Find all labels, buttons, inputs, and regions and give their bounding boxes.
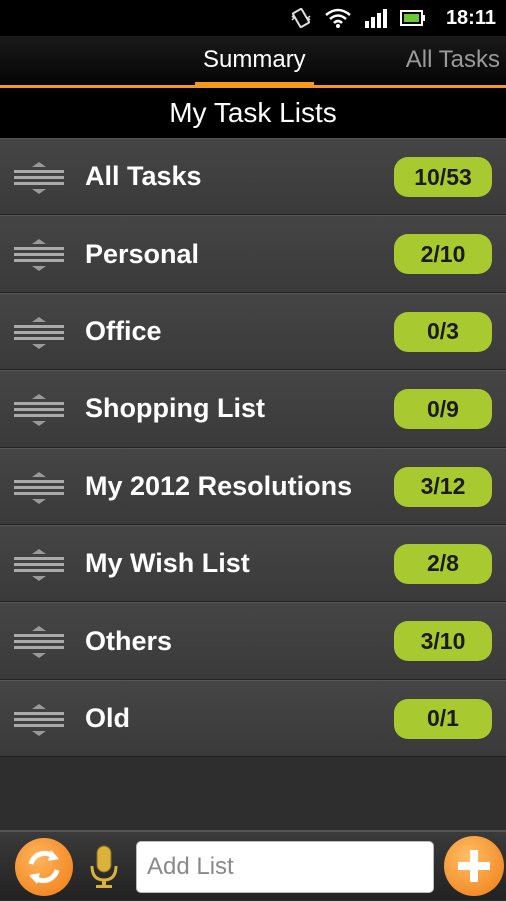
list-item[interactable]: My Wish List 2/8 bbox=[0, 524, 506, 603]
drag-handle-icon[interactable] bbox=[14, 625, 64, 659]
microphone-icon[interactable] bbox=[88, 844, 120, 890]
task-count-badge: 3/10 bbox=[394, 621, 492, 662]
task-count-badge: 10/53 bbox=[394, 157, 492, 197]
list-item[interactable]: Personal 2/10 bbox=[0, 215, 506, 293]
list-item-label: Others bbox=[85, 625, 173, 656]
list-item-label: Office bbox=[85, 315, 162, 346]
list-item-label: Shopping List bbox=[85, 393, 265, 424]
list-item-label: All Tasks bbox=[85, 161, 202, 192]
drag-handle-icon[interactable] bbox=[14, 703, 64, 737]
drag-handle-icon[interactable] bbox=[14, 238, 64, 272]
plus-icon bbox=[458, 850, 490, 882]
task-count-badge: 0/9 bbox=[394, 389, 492, 430]
list-item[interactable]: Old 0/1 bbox=[0, 679, 506, 758]
list-item-label: My 2012 Resolutions bbox=[85, 470, 353, 501]
list-item-label: My Wish List bbox=[85, 548, 250, 579]
wifi-icon bbox=[325, 8, 351, 28]
bottom-bar bbox=[0, 830, 506, 900]
tab-all-tasks[interactable]: All Tasks bbox=[406, 46, 500, 74]
list-item[interactable]: All Tasks 10/53 bbox=[0, 138, 506, 216]
signal-icon bbox=[364, 9, 387, 28]
vibrate-icon bbox=[291, 7, 311, 29]
task-count-badge: 2/8 bbox=[394, 543, 492, 584]
add-list-input[interactable] bbox=[136, 841, 434, 893]
task-count-badge: 2/10 bbox=[394, 234, 492, 275]
list-item-label: Personal bbox=[85, 238, 200, 269]
task-list: All Tasks 10/53 Personal 2/10 Office 0/3… bbox=[0, 138, 506, 758]
status-bar: 18:11 bbox=[0, 0, 506, 36]
list-item-label: Old bbox=[85, 702, 130, 733]
tab-summary[interactable]: Summary bbox=[195, 46, 314, 88]
page-title: My Task Lists bbox=[0, 88, 506, 138]
drag-handle-icon[interactable] bbox=[14, 393, 64, 427]
drag-handle-icon[interactable] bbox=[14, 161, 64, 195]
list-item[interactable]: Shopping List 0/9 bbox=[0, 370, 506, 448]
drag-handle-icon[interactable] bbox=[14, 316, 64, 350]
tab-all-tasks-label: All Tasks bbox=[405, 46, 500, 73]
task-count-badge: 3/12 bbox=[394, 466, 492, 507]
list-item[interactable]: Office 0/3 bbox=[0, 292, 506, 371]
task-count-badge: 0/3 bbox=[394, 311, 492, 352]
battery-icon bbox=[399, 10, 425, 26]
refresh-button[interactable] bbox=[15, 838, 73, 896]
task-count-badge: 0/1 bbox=[394, 698, 492, 739]
drag-handle-icon[interactable] bbox=[14, 471, 64, 505]
list-item[interactable]: Others 3/10 bbox=[0, 602, 506, 680]
tab-bar: Summary All Tasks bbox=[0, 36, 506, 88]
list-item[interactable]: My 2012 Resolutions 3/12 bbox=[0, 447, 506, 525]
tab-summary-label: Summary bbox=[203, 46, 306, 73]
drag-handle-icon[interactable] bbox=[14, 548, 64, 582]
status-time: 18:11 bbox=[445, 6, 496, 29]
add-list-button[interactable] bbox=[444, 836, 504, 896]
refresh-icon bbox=[28, 850, 60, 884]
